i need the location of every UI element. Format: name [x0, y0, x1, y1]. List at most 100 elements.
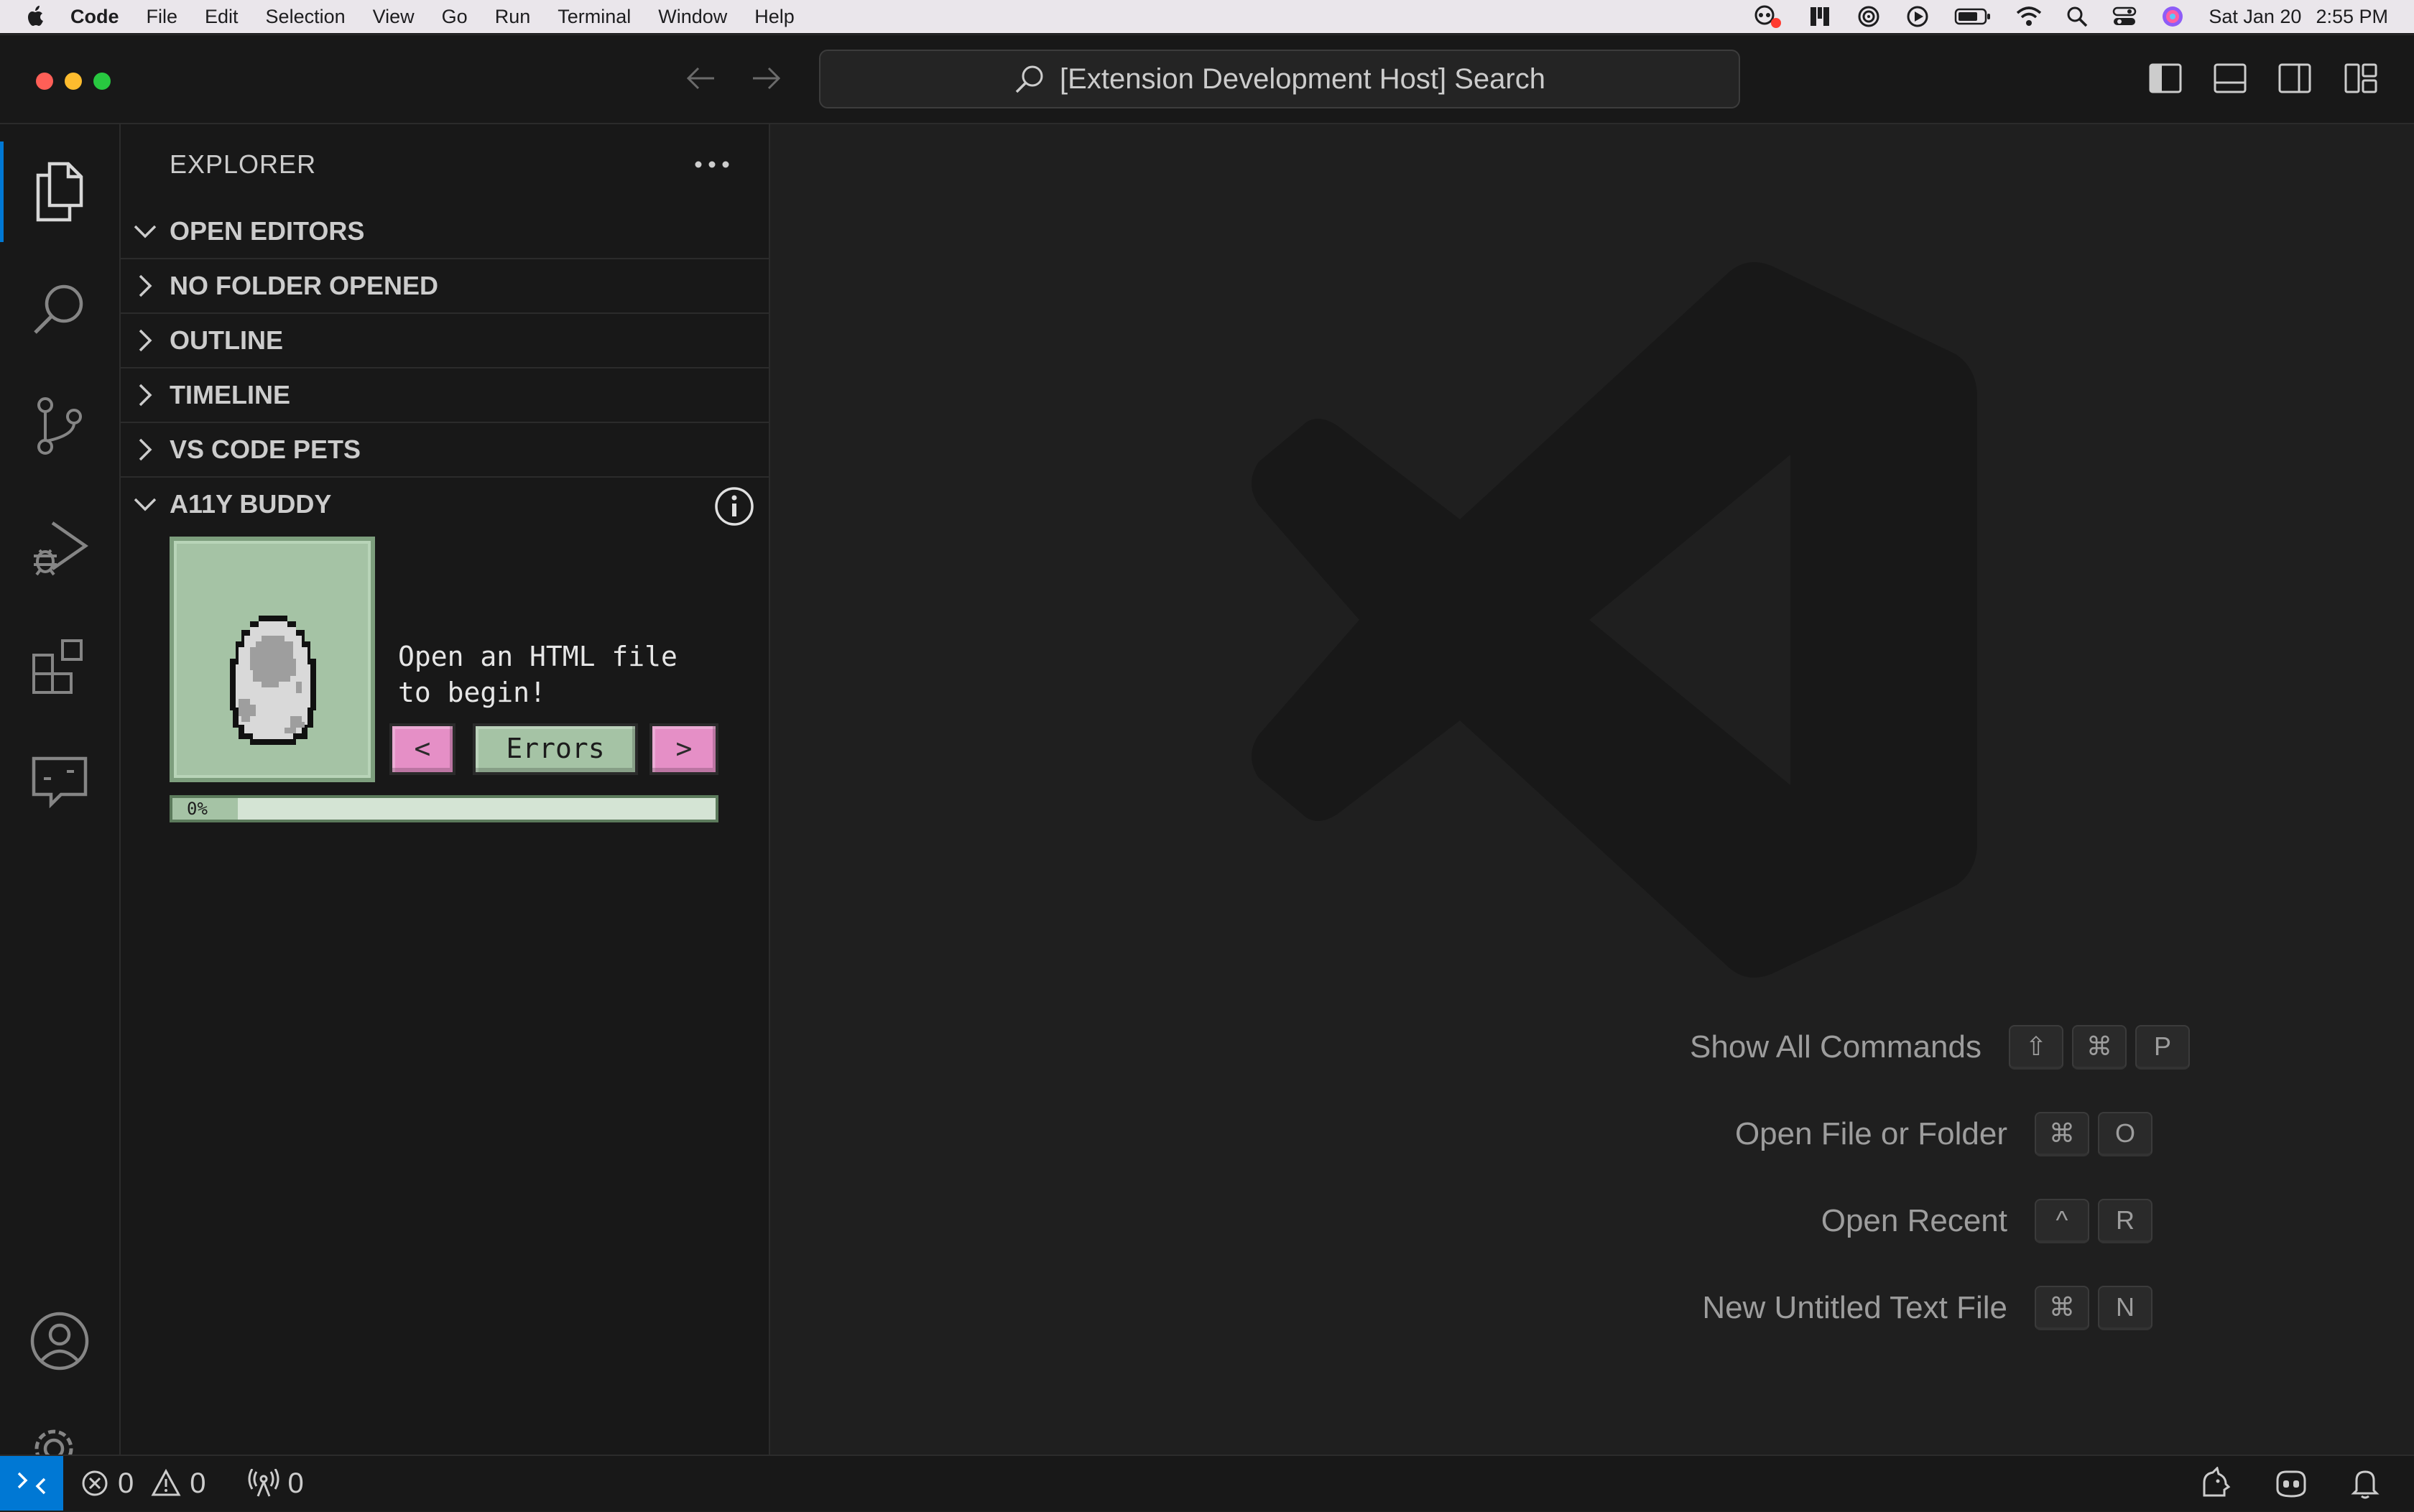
ports-indicator[interactable]: 0 — [248, 1467, 304, 1500]
copilot-status-icon[interactable] — [1752, 4, 1783, 29]
copilot-icon[interactable] — [2273, 1467, 2309, 1499]
activity-source-control[interactable] — [0, 368, 119, 483]
activity-search[interactable] — [0, 252, 119, 367]
window-minimize-button[interactable] — [65, 73, 82, 90]
title-bar: [Extension Development Host] Search — [0, 35, 2414, 124]
shortcut-new-untitled-text-file[interactable]: New Untitled Text File ⌘ N — [1702, 1286, 2152, 1330]
key-cap: N — [2098, 1286, 2152, 1330]
toggle-panel-icon[interactable] — [2213, 62, 2247, 94]
activity-remote-explorer[interactable] — [0, 723, 119, 838]
section-label: TIMELINE — [170, 380, 290, 409]
control-center-icon[interactable] — [2112, 6, 2137, 27]
pet-display — [170, 537, 375, 782]
menu-edit[interactable]: Edit — [205, 6, 239, 28]
menu-run[interactable]: Run — [495, 6, 531, 28]
menubar-clock[interactable]: Sat Jan 20 2:55 PM — [2209, 6, 2388, 28]
siri-icon[interactable] — [2161, 5, 2184, 28]
files-icon — [31, 161, 88, 223]
key-cap: R — [2098, 1199, 2152, 1243]
mode-errors-button[interactable]: Errors — [473, 723, 638, 775]
apple-icon[interactable] — [26, 5, 46, 28]
section-timeline[interactable]: TIMELINE — [121, 367, 769, 422]
notifications-bell-icon[interactable] — [2351, 1467, 2380, 1499]
shortcut-show-all-commands[interactable]: Show All Commands ⇧ ⌘ P — [1690, 1025, 2190, 1070]
airdrop-icon[interactable] — [1856, 4, 1881, 29]
battery-icon[interactable] — [1954, 7, 1992, 26]
menubar-time: 2:55 PM — [2316, 5, 2388, 27]
section-label: A11Y BUDDY — [170, 489, 332, 519]
toggle-primary-sidebar-icon[interactable] — [2148, 62, 2183, 94]
activity-explorer[interactable] — [0, 134, 119, 249]
shortcut-open-file-or-folder[interactable]: Open File or Folder ⌘ O — [1735, 1112, 2152, 1156]
key-cap: P — [2135, 1025, 2190, 1070]
toggle-secondary-sidebar-icon[interactable] — [2277, 62, 2312, 94]
keybinding: ⌘ N — [2035, 1286, 2152, 1330]
status-bar: 0 0 0 — [0, 1455, 2414, 1511]
account-icon — [29, 1310, 91, 1372]
editor-area: Show All Commands ⇧ ⌘ P Open File or Fol… — [770, 124, 2414, 1455]
section-a11y-buddy[interactable]: A11Y BUDDY — [121, 476, 769, 531]
media-play-icon[interactable] — [1905, 4, 1930, 29]
key-cap: ⌘ — [2072, 1025, 2127, 1070]
error-count: 0 — [118, 1467, 134, 1499]
a11y-buddy-panel: Open an HTML file to begin! < Errors > 0… — [121, 531, 769, 832]
activity-accounts[interactable] — [0, 1284, 119, 1399]
progress-label: 0% — [187, 799, 208, 819]
warning-icon — [151, 1469, 181, 1498]
buddy-message-line1: Open an HTML file — [398, 641, 678, 672]
chevron-right-icon — [121, 437, 170, 463]
chevron-right-icon — [121, 273, 170, 299]
broadcast-icon — [248, 1469, 279, 1498]
menu-selection[interactable]: Selection — [266, 6, 346, 28]
explorer-sidebar: EXPLORER OPEN EDITORS NO FOLDER OPENED O… — [121, 124, 770, 1455]
menu-window[interactable]: Window — [658, 6, 727, 28]
chevron-right-icon — [121, 328, 170, 353]
ports-count: 0 — [287, 1467, 304, 1499]
sidebar-title: EXPLORER — [170, 149, 317, 179]
menu-view[interactable]: View — [373, 6, 415, 28]
shortcut-label: New Untitled Text File — [1702, 1290, 2007, 1325]
menu-app-name[interactable]: Code — [70, 6, 119, 28]
window-zoom-button[interactable] — [93, 73, 111, 90]
forward-arrow-icon[interactable] — [750, 64, 783, 93]
section-no-folder-opened[interactable]: NO FOLDER OPENED — [121, 258, 769, 312]
vscode-window: [Extension Development Host] Search EXPL… — [0, 34, 2414, 1511]
sidebar-header: EXPLORER — [121, 124, 769, 205]
tasks-icon[interactable] — [1808, 4, 1832, 29]
keybinding: ⌘ O — [2035, 1112, 2152, 1156]
menu-go[interactable]: Go — [442, 6, 468, 28]
customize-layout-icon[interactable] — [2344, 62, 2378, 94]
info-icon[interactable] — [714, 486, 754, 527]
section-open-editors[interactable]: OPEN EDITORS — [121, 205, 769, 258]
pet-status-icon[interactable] — [2198, 1467, 2232, 1500]
search-icon — [1014, 63, 1045, 95]
spotlight-search-icon[interactable] — [2066, 6, 2088, 27]
activity-run-debug[interactable] — [0, 491, 119, 606]
wifi-icon[interactable] — [2016, 6, 2042, 27]
shortcut-label: Show All Commands — [1690, 1029, 1981, 1065]
section-vscode-pets[interactable]: VS CODE PETS — [121, 422, 769, 476]
window-close-button[interactable] — [36, 73, 53, 90]
next-button[interactable]: > — [649, 723, 718, 775]
activity-extensions[interactable] — [0, 610, 119, 725]
progress-bar: 0% — [170, 795, 718, 822]
menubar-date: Sat Jan 20 — [2209, 5, 2302, 27]
macos-menu-bar: Code File Edit Selection View Go Run Ter… — [0, 0, 2414, 33]
command-center-search[interactable]: [Extension Development Host] Search — [819, 50, 1740, 108]
more-actions-icon[interactable] — [694, 159, 730, 170]
section-outline[interactable]: OUTLINE — [121, 312, 769, 367]
warning-count: 0 — [190, 1467, 206, 1499]
menu-help[interactable]: Help — [754, 6, 795, 28]
buddy-message: Open an HTML file to begin! — [398, 639, 729, 710]
shortcut-label: Open File or Folder — [1734, 1116, 2007, 1151]
previous-button[interactable]: < — [389, 723, 455, 775]
menu-terminal[interactable]: Terminal — [558, 6, 631, 28]
menu-file[interactable]: File — [147, 6, 178, 28]
shortcut-open-recent[interactable]: Open Recent ^ R — [1821, 1199, 2152, 1243]
key-cap: O — [2098, 1112, 2152, 1156]
remote-explorer-icon — [29, 750, 90, 812]
problems-indicator[interactable]: 0 0 — [80, 1467, 206, 1500]
remote-indicator-button[interactable] — [0, 1456, 63, 1511]
back-arrow-icon[interactable] — [684, 64, 717, 93]
keybinding: ^ R — [2035, 1199, 2152, 1243]
